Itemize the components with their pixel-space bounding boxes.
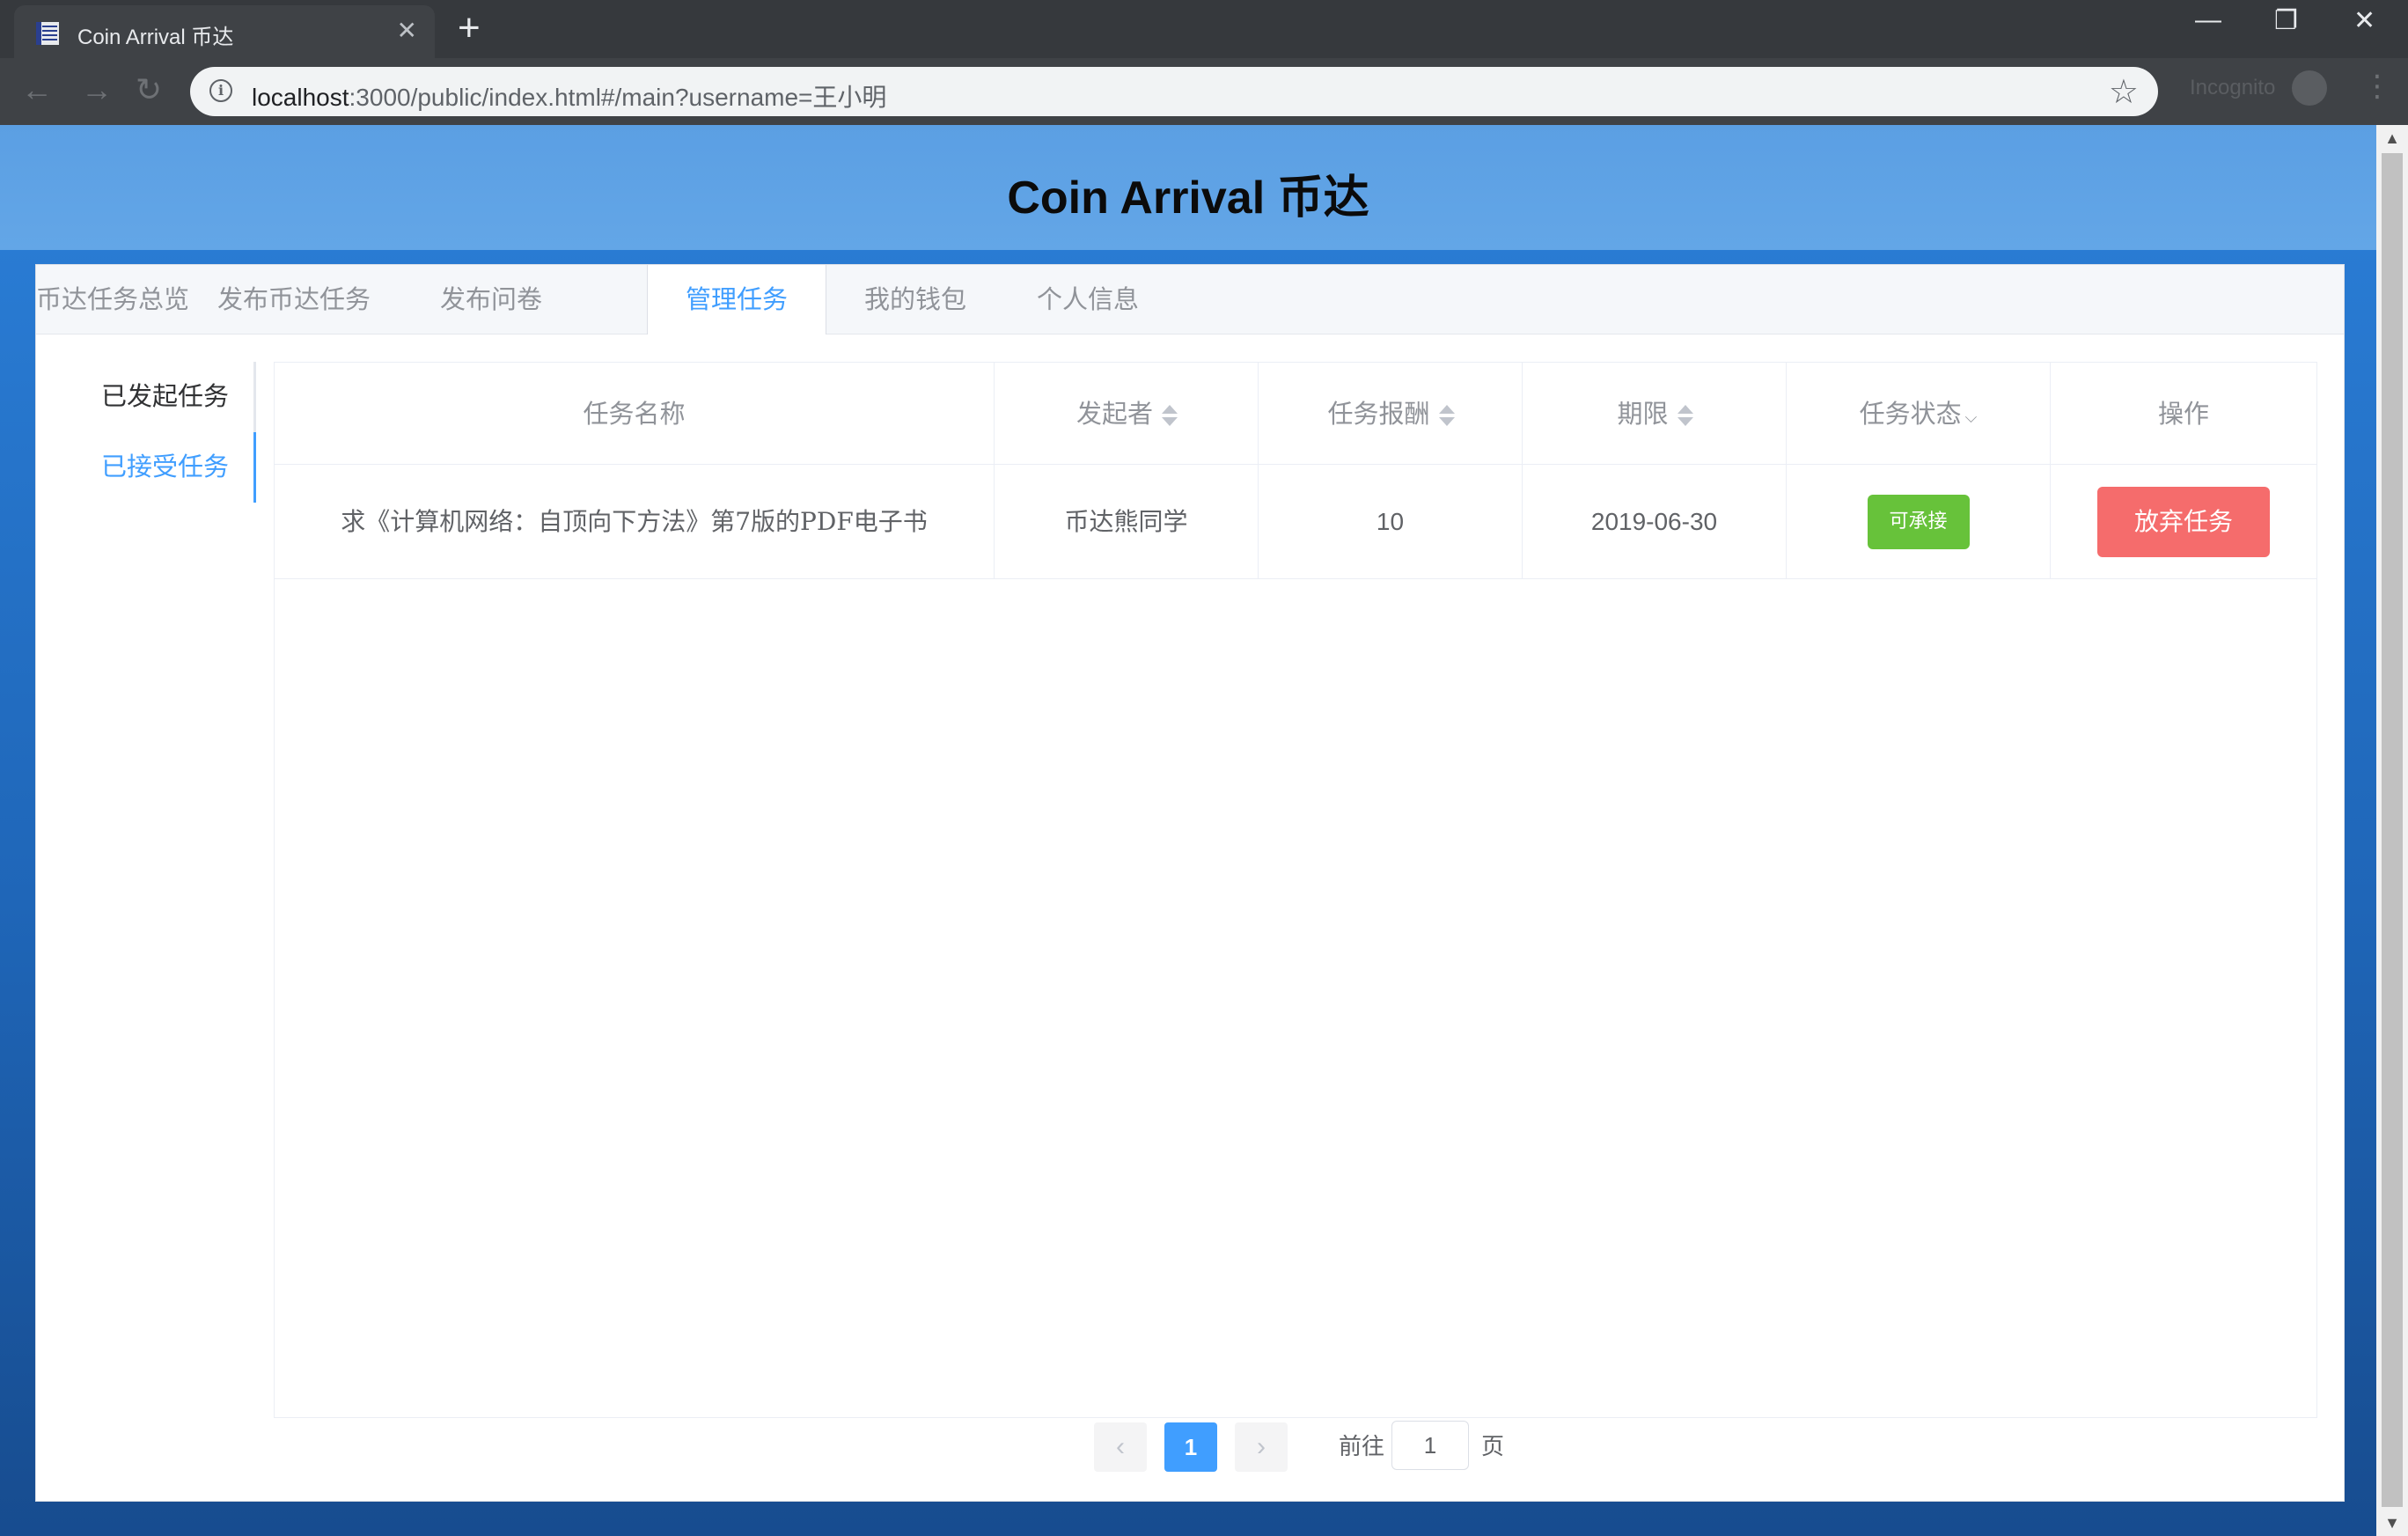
address-bar[interactable]: i localhost:3000/public/index.html#/main… bbox=[190, 67, 2158, 116]
minimize-button[interactable]: — bbox=[2195, 5, 2221, 35]
scroll-up-icon[interactable]: ▲ bbox=[2376, 125, 2408, 151]
menu-icon[interactable]: ⋮ bbox=[2362, 69, 2392, 104]
close-window-button[interactable]: ✕ bbox=[2353, 5, 2375, 36]
sort-icon[interactable] bbox=[1677, 405, 1693, 426]
favicon-icon bbox=[36, 22, 59, 45]
tab-manage-tasks[interactable]: 管理任务 bbox=[647, 265, 826, 334]
browser-toolbar: ← → ↻ i localhost:3000/public/index.html… bbox=[0, 58, 2408, 125]
side-menu-active-indicator bbox=[253, 432, 256, 503]
side-item-initiated[interactable]: 已发起任务 bbox=[101, 376, 229, 413]
site-header: Coin Arrival 币达 bbox=[0, 125, 2376, 250]
side-item-accepted[interactable]: 已接受任务 bbox=[101, 446, 229, 483]
next-page-button[interactable]: › bbox=[1235, 1422, 1288, 1472]
scrollbar-thumb[interactable] bbox=[2382, 153, 2403, 1507]
goto-suffix-label: 页 bbox=[1481, 1434, 1505, 1460]
cell-reward: 10 bbox=[1259, 465, 1523, 579]
status-badge: 可承接 bbox=[1867, 495, 1970, 549]
tab-title: Coin Arrival 币达 bbox=[77, 26, 234, 49]
scroll-down-icon[interactable]: ▼ bbox=[2376, 1510, 2408, 1536]
tab-overview[interactable]: 币达任务总览 bbox=[36, 265, 189, 334]
goto-prefix-label: 前往 bbox=[1339, 1434, 1385, 1460]
goto-page-input[interactable] bbox=[1391, 1421, 1469, 1470]
filter-chevron-down-icon[interactable]: ⌵ bbox=[1965, 408, 1978, 427]
page-number-button[interactable]: 1 bbox=[1164, 1422, 1217, 1472]
col-header-deadline[interactable]: 期限 bbox=[1523, 363, 1787, 465]
sort-icon[interactable] bbox=[1162, 405, 1178, 426]
col-header-publisher[interactable]: 发起者 bbox=[995, 363, 1259, 465]
forward-icon[interactable]: → bbox=[81, 72, 113, 107]
abandon-task-button[interactable]: 放弃任务 bbox=[2097, 487, 2270, 557]
incognito-avatar-icon[interactable] bbox=[2292, 70, 2327, 106]
col-header-reward[interactable]: 任务报酬 bbox=[1259, 363, 1523, 465]
url-text[interactable]: localhost:3000/public/index.html#/main?u… bbox=[252, 78, 886, 114]
col-header-status[interactable]: 任务状态 ⌵ bbox=[1787, 363, 2051, 465]
cell-publisher: 币达熊同学 bbox=[995, 465, 1259, 579]
col-header-action: 操作 bbox=[2051, 363, 2316, 465]
page-viewport: Coin Arrival 币达 币达任务总览 发布币达任务 发布问卷 管理任务 … bbox=[0, 125, 2376, 1536]
col-header-name: 任务名称 bbox=[275, 363, 995, 465]
site-title: Coin Arrival 币达 bbox=[1007, 173, 1369, 224]
tab-profile[interactable]: 个人信息 bbox=[1004, 265, 1171, 334]
site-info-icon[interactable]: i bbox=[209, 79, 232, 102]
incognito-label: Incognito bbox=[2190, 76, 2276, 99]
task-table: 任务名称 发起者 任务报酬 期限 任务状态 ⌵ 操作 求《计算机网络：自顶向下方法… bbox=[274, 362, 2317, 1418]
vertical-scrollbar[interactable]: ▲ ▼ bbox=[2376, 125, 2408, 1536]
sort-icon[interactable] bbox=[1438, 405, 1455, 426]
new-tab-button[interactable]: + bbox=[458, 7, 481, 49]
prev-page-button[interactable]: ‹ bbox=[1094, 1422, 1147, 1472]
tab-publish-survey[interactable]: 发布问卷 bbox=[404, 265, 578, 334]
restore-button[interactable]: ❐ bbox=[2274, 5, 2298, 36]
cell-task-name: 求《计算机网络：自顶向下方法》第7版的PDF电子书 bbox=[275, 465, 995, 579]
main-tabs: 币达任务总览 发布币达任务 发布问卷 管理任务 我的钱包 个人信息 bbox=[36, 265, 2344, 334]
back-icon[interactable]: ← bbox=[21, 72, 53, 107]
browser-titlebar: Coin Arrival 币达 ✕ + — ❐ ✕ bbox=[0, 0, 2408, 58]
browser-tab[interactable]: Coin Arrival 币达 ✕ bbox=[14, 5, 435, 58]
cell-action: 放弃任务 bbox=[2051, 465, 2316, 579]
bookmark-star-icon[interactable]: ☆ bbox=[2109, 72, 2139, 112]
tab-wallet[interactable]: 我的钱包 bbox=[826, 265, 1004, 334]
cell-deadline: 2019-06-30 bbox=[1523, 465, 1787, 579]
cell-status: 可承接 bbox=[1787, 465, 2051, 579]
tab-publish-task[interactable]: 发布币达任务 bbox=[184, 265, 404, 334]
tab-close-icon[interactable]: ✕ bbox=[397, 16, 417, 45]
reload-icon[interactable]: ↻ bbox=[136, 72, 162, 107]
main-card: 币达任务总览 发布币达任务 发布问卷 管理任务 我的钱包 个人信息 已发起任务 … bbox=[35, 264, 2345, 1502]
